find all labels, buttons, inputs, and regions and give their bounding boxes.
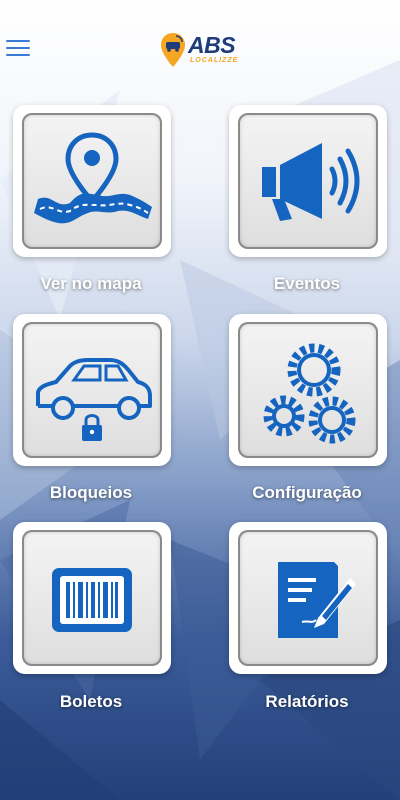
tile-label-bloqueios: Bloqueios	[49, 483, 133, 502]
tile-ver-no-mapa[interactable]	[13, 105, 171, 257]
menu-grid: Ver no mapa Eventos Bloqueios Configuraç…	[0, 0, 400, 800]
tile-boletos[interactable]	[13, 522, 171, 674]
tile-label-relatorios: Relatórios	[265, 692, 349, 711]
report-pen-icon	[278, 562, 356, 638]
tile-relatorios[interactable]	[229, 522, 387, 674]
gears-icon	[263, 343, 356, 444]
tile-label-boletos: Boletos	[59, 692, 123, 711]
barcode-icon	[52, 568, 132, 632]
tile-label-eventos: Eventos	[273, 274, 341, 293]
megaphone-icon	[262, 143, 360, 221]
car-lock-icon	[36, 358, 152, 441]
tile-eventos[interactable]	[229, 105, 387, 257]
tile-label-ver-no-mapa: Ver no mapa	[40, 274, 142, 293]
tile-configuracao[interactable]	[229, 314, 387, 466]
tile-bloqueios[interactable]	[13, 314, 171, 466]
map-route-icon	[34, 132, 152, 224]
tile-label-configuracao: Configuração	[252, 483, 362, 502]
